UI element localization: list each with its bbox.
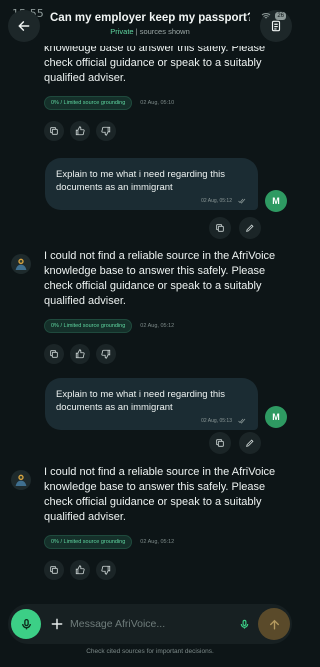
app-header: 15:55 Can my employer keep my passport? … xyxy=(0,0,300,46)
arrow-up-icon xyxy=(269,619,279,630)
user-avatar: M xyxy=(265,190,287,212)
copy-icon xyxy=(50,566,58,574)
user-message-actions xyxy=(209,432,261,454)
microphone-icon xyxy=(240,619,248,629)
copy-icon xyxy=(216,439,224,447)
copy-button[interactable] xyxy=(209,217,231,239)
page-subtitle: Private | sources shown xyxy=(50,27,250,36)
double-check-icon xyxy=(238,418,246,424)
battery-indicator: 26 xyxy=(275,12,286,20)
thumbs-down-button[interactable] xyxy=(96,344,116,364)
thumbs-up-button[interactable] xyxy=(70,121,90,141)
copy-icon xyxy=(50,350,58,358)
message-timestamp: 02 Aug, 05:10 xyxy=(140,100,175,106)
privacy-label: Private xyxy=(110,27,134,36)
sources-label: sources shown xyxy=(139,27,190,36)
plus-icon xyxy=(51,618,63,630)
double-check-icon xyxy=(238,198,246,204)
thumbs-down-icon xyxy=(101,126,111,136)
copy-button[interactable] xyxy=(44,560,64,580)
copy-icon xyxy=(216,224,224,232)
user-avatar: M xyxy=(265,406,287,428)
thumbs-up-button[interactable] xyxy=(70,344,90,364)
grounding-badge: 0% / Limited source grounding xyxy=(44,96,133,110)
message-composer: Check cited sources for important decisi… xyxy=(0,600,300,667)
thumbs-down-icon xyxy=(101,565,111,575)
page-title: Can my employer keep my passport? xyxy=(50,12,250,24)
assistant-avatar xyxy=(11,254,31,274)
copy-button[interactable] xyxy=(44,344,64,364)
back-button[interactable] xyxy=(8,10,40,42)
composer-bar xyxy=(8,604,292,644)
user-message-text: Explain to me what i need regarding this… xyxy=(56,169,225,193)
message-actions xyxy=(44,121,288,141)
message-actions xyxy=(44,344,288,364)
copy-button[interactable] xyxy=(44,121,64,141)
message-timestamp: 02 Aug, 05:12 xyxy=(201,198,232,204)
message-timestamp: 02 Aug, 05:12 xyxy=(140,539,175,545)
user-message-text: Explain to me what i need regarding this… xyxy=(56,389,225,413)
header-title-block: Can my employer keep my passport? Privat… xyxy=(50,12,250,36)
status-icons: 26 xyxy=(261,7,286,25)
assistant-message-text: I could not find a reliable source in th… xyxy=(44,466,276,523)
message-input[interactable] xyxy=(70,614,220,634)
disclaimer-text: Check cited sources for important decisi… xyxy=(86,648,214,655)
assistant-message: I could not find a reliable source in th… xyxy=(44,465,288,580)
voice-input-button[interactable] xyxy=(11,609,41,639)
grounding-badge: 0% / Limited source grounding xyxy=(44,535,133,549)
grounding-badge: 0% / Limited source grounding xyxy=(44,319,133,333)
dictate-button[interactable] xyxy=(234,614,254,634)
thumbs-down-button[interactable] xyxy=(96,121,116,141)
thumbs-down-icon xyxy=(101,349,111,359)
user-message-bubble: Explain to me what i need regarding this… xyxy=(45,158,258,210)
assistant-message-text: knowledge base to answer this safely. Pl… xyxy=(44,42,266,84)
afrivoice-bot-icon xyxy=(15,258,27,270)
thumbs-up-icon xyxy=(75,565,85,575)
assistant-message: I could not find a reliable source in th… xyxy=(44,249,288,364)
edit-button[interactable] xyxy=(239,217,261,239)
copy-button[interactable] xyxy=(209,432,231,454)
microphone-icon xyxy=(21,618,31,629)
message-timestamp: 02 Aug, 05:13 xyxy=(201,418,232,424)
assistant-message-text: I could not find a reliable source in th… xyxy=(44,250,276,307)
send-button[interactable] xyxy=(258,608,290,640)
user-message-actions xyxy=(209,217,261,239)
wifi-icon xyxy=(261,7,271,25)
thumbs-up-icon xyxy=(75,349,85,359)
afrivoice-bot-icon xyxy=(15,474,27,486)
thumbs-down-button[interactable] xyxy=(96,560,116,580)
copy-icon xyxy=(50,127,58,135)
thumbs-up-icon xyxy=(75,126,85,136)
message-actions xyxy=(44,560,288,580)
assistant-message: knowledge base to answer this safely. Pl… xyxy=(44,41,288,141)
arrow-left-icon xyxy=(18,21,30,31)
thumbs-up-button[interactable] xyxy=(70,560,90,580)
edit-button[interactable] xyxy=(239,432,261,454)
pencil-icon xyxy=(246,224,254,232)
message-timestamp: 02 Aug, 05:12 xyxy=(140,323,175,329)
pencil-icon xyxy=(246,439,254,447)
attach-button[interactable] xyxy=(47,614,67,634)
assistant-avatar xyxy=(11,470,31,490)
chat-thread: knowledge base to answer this safely. Pl… xyxy=(0,0,300,600)
user-message-bubble: Explain to me what i need regarding this… xyxy=(45,378,258,430)
